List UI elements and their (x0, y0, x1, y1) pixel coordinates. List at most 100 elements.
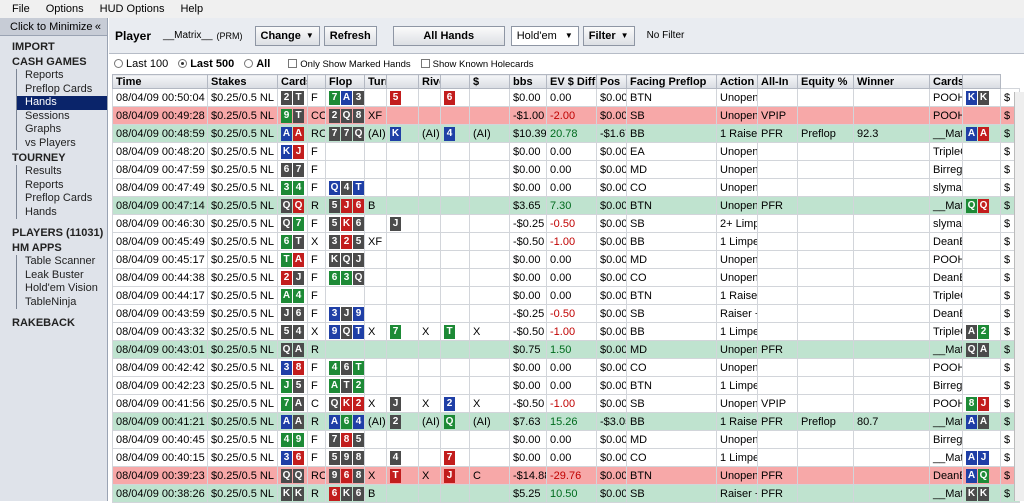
turn-action-cell (418, 106, 441, 125)
column-header-cards[interactable]: Cards (277, 74, 308, 89)
column-header--[interactable]: $ (469, 74, 510, 89)
ev-diff-cell: -$1.67 (596, 124, 627, 143)
hole-cards-cell: J5 (277, 376, 308, 395)
playing-card: T (353, 180, 364, 195)
column-header-river[interactable]: River (418, 74, 441, 89)
table-row[interactable]: 08/04/09 00:43:59 $0.25/0.5 NL J 6 F 3 J 9 -$0.2… (112, 304, 1020, 323)
winner-cell: DeanBaker66 (929, 466, 963, 485)
menu-options[interactable]: Options (38, 3, 92, 15)
column-header-blank[interactable] (440, 74, 470, 89)
column-header-time[interactable]: Time (112, 74, 208, 89)
column-header-action[interactable]: Action (716, 74, 758, 89)
playing-card: 2 (341, 234, 352, 249)
table-row[interactable]: 08/04/09 00:45:17 $0.25/0.5 NL T A F K Q J $0.00… (112, 250, 1020, 269)
table-row[interactable]: 08/04/09 00:43:01 $0.25/0.5 NL Q A R $0.75 1.5… (112, 340, 1020, 359)
winner-cards-cell (962, 430, 1001, 449)
table-row[interactable]: 08/04/09 00:41:21 $0.25/0.5 NL A A R A 6 4 (AI) 2… (112, 412, 1020, 431)
sidebar-tourney[interactable]: TOURNEY (0, 150, 107, 165)
column-header-cards[interactable]: Cards (929, 74, 963, 89)
sidebar-item-cash-vs-players[interactable]: vs Players (16, 136, 107, 150)
vertical-scrollbar[interactable] (1014, 92, 1024, 501)
change-button[interactable]: Change ▼ (254, 25, 320, 46)
table-row[interactable]: 08/04/09 00:46:30 $0.25/0.5 NL Q 7 F 5 K 6 J -$0.… (112, 214, 1020, 233)
table-row[interactable]: 08/04/09 00:44:17 $0.25/0.5 NL A 4 F $0.00 0.0… (112, 286, 1020, 305)
sidebar-item-cash-hands[interactable]: Hands (16, 96, 107, 110)
known-checkbox[interactable]: Show Known Holecards (420, 58, 534, 70)
sidebar-item-tourney-results[interactable]: Results (16, 165, 107, 179)
sidebar-import[interactable]: IMPORT (0, 39, 107, 54)
sidebar-hm-apps[interactable]: HM APPS (0, 240, 107, 255)
playing-card: A (329, 414, 340, 429)
double-chevron-left-icon[interactable]: « (95, 21, 101, 33)
minimize-label[interactable]: Click to Minimize (10, 21, 93, 33)
table-row[interactable]: 08/04/09 00:41:56 $0.25/0.5 NL 7 A C Q K 2 X J X 2 X… (112, 394, 1020, 413)
sidebar-item-cash-reports[interactable]: Reports (16, 69, 107, 83)
table-row[interactable]: 08/04/09 00:38:26 $0.25/0.5 NL K K R 6 K 6 B $5.2… (112, 484, 1020, 503)
refresh-button[interactable]: Refresh (323, 25, 377, 46)
menu-bar: File Options HUD Options Help (0, 0, 1024, 18)
table-row[interactable]: 08/04/09 00:42:42 $0.25/0.5 NL 3 8 F 4 6 T $0.00… (112, 358, 1020, 377)
table-row[interactable]: 08/04/09 00:40:15 $0.25/0.5 NL 3 6 F 5 9 8 4 7 $0.… (112, 448, 1020, 467)
column-header-flop[interactable]: Flop (325, 74, 365, 89)
sidebar-item-app-hold-em-vision[interactable]: Hold'em Vision (16, 282, 107, 296)
column-header-blank[interactable] (962, 74, 1001, 89)
sidebar-item-app-table-scanner[interactable]: Table Scanner (16, 255, 107, 269)
sidebar-item-tourney-preflop-cards[interactable]: Preflop Cards (16, 192, 107, 206)
table-row[interactable]: 08/04/09 00:48:20 $0.25/0.5 NL K J F $0.00 0.0… (112, 142, 1020, 161)
game-select[interactable]: Hold'em ▼ (510, 25, 579, 46)
turn-card-cell (386, 142, 419, 161)
table-row[interactable]: 08/04/09 00:47:14 $0.25/0.5 NL Q Q R 5 J 6 B $3.6… (112, 196, 1020, 215)
column-header-turn[interactable]: Turn (364, 74, 387, 89)
column-header-facing-preflop[interactable]: Facing Preflop (626, 74, 717, 89)
sidebar-item-cash-preflop-cards[interactable]: Preflop Cards (16, 82, 107, 96)
sidebar-rakeback[interactable]: RAKEBACK (0, 315, 107, 330)
menu-help[interactable]: Help (172, 3, 211, 15)
stakes-cell: $0.25/0.5 NL (207, 394, 278, 413)
sidebar-item-app-leak-buster[interactable]: Leak Buster (16, 268, 107, 282)
filter-button[interactable]: Filter ▼ (582, 25, 635, 46)
sidebar-item-app-tableninja[interactable]: TableNinja (16, 295, 107, 309)
menu-file[interactable]: File (4, 3, 38, 15)
sidebar-players[interactable]: PLAYERS (11031) (0, 225, 107, 240)
sidebar-item-tourney-hands[interactable]: Hands (16, 205, 107, 219)
column-header-blank[interactable] (386, 74, 419, 89)
table-row[interactable]: 08/04/09 00:39:23 $0.25/0.5 NL Q Q RC 9 6 8 X T X J… (112, 466, 1020, 485)
last500-radio[interactable]: Last 500 (178, 58, 234, 70)
column-header-pos[interactable]: Pos (596, 74, 627, 89)
column-header-equity-[interactable]: Equity % (797, 74, 854, 89)
sidebar-item-tourney-reports[interactable]: Reports (16, 178, 107, 192)
sidebar-cash-games[interactable]: CASH GAMES (0, 54, 107, 69)
all-radio[interactable]: All (244, 58, 270, 70)
column-header-winner[interactable]: Winner (853, 74, 930, 89)
table-row[interactable]: 08/04/09 00:49:28 $0.25/0.5 NL 9 T CC 2 Q 8 XF -$… (112, 106, 1020, 125)
all-hands-button[interactable]: All Hands (392, 25, 505, 46)
column-header-stakes[interactable]: Stakes (207, 74, 278, 89)
table-row[interactable]: 08/04/09 00:47:49 $0.25/0.5 NL 3 4 F Q 4 T $0.00… (112, 178, 1020, 197)
winner-cell: __Matrix__ (929, 340, 963, 359)
stakes-cell: $0.25/0.5 NL (207, 196, 278, 215)
table-row[interactable]: 08/04/09 00:47:59 $0.25/0.5 NL 6 7 F $0.00 0.0… (112, 160, 1020, 179)
playing-card: A (281, 288, 292, 303)
minimize-bar[interactable]: Click to Minimize « (0, 18, 107, 36)
marked-checkbox[interactable]: Only Show Marked Hands (288, 58, 411, 70)
table-row[interactable]: 08/04/09 00:43:32 $0.25/0.5 NL 5 4 X 9 Q T X 7 X T X… (112, 322, 1020, 341)
column-header-ev-diff[interactable]: EV $ Diff (546, 74, 597, 89)
river-card-cell (440, 484, 470, 503)
column-header-all-in[interactable]: All-In (757, 74, 798, 89)
column-header-blank[interactable] (307, 74, 326, 89)
playing-card: K (293, 486, 304, 501)
last100-radio[interactable]: Last 100 (114, 58, 168, 70)
column-header-bbs[interactable]: bbs (509, 74, 547, 89)
facing-preflop-cell: Unopened (716, 196, 758, 215)
table-row[interactable]: 08/04/09 00:45:49 $0.25/0.5 NL 6 T X 3 2 5 XF -$0… (112, 232, 1020, 251)
table-row[interactable]: 08/04/09 00:40:45 $0.25/0.5 NL 4 9 F 7 8 5 $0.00… (112, 430, 1020, 449)
sidebar-item-cash-graphs[interactable]: Graphs (16, 123, 107, 137)
equity-cell (853, 322, 930, 341)
river-action-cell (469, 484, 510, 503)
menu-hud-options[interactable]: HUD Options (92, 3, 173, 15)
table-row[interactable]: 08/04/09 00:50:04 $0.25/0.5 NL 2 T F 7 A 3 5 6 $0.… (112, 88, 1020, 107)
table-row[interactable]: 08/04/09 00:44:38 $0.25/0.5 NL 2 J F 6 3 Q $0.00… (112, 268, 1020, 287)
sidebar-item-cash-sessions[interactable]: Sessions (16, 109, 107, 123)
table-row[interactable]: 08/04/09 00:48:59 $0.25/0.5 NL A A RC 7 7 Q (AI)… (112, 124, 1020, 143)
table-row[interactable]: 08/04/09 00:42:23 $0.25/0.5 NL J 5 F A T 2 $0.00… (112, 376, 1020, 395)
